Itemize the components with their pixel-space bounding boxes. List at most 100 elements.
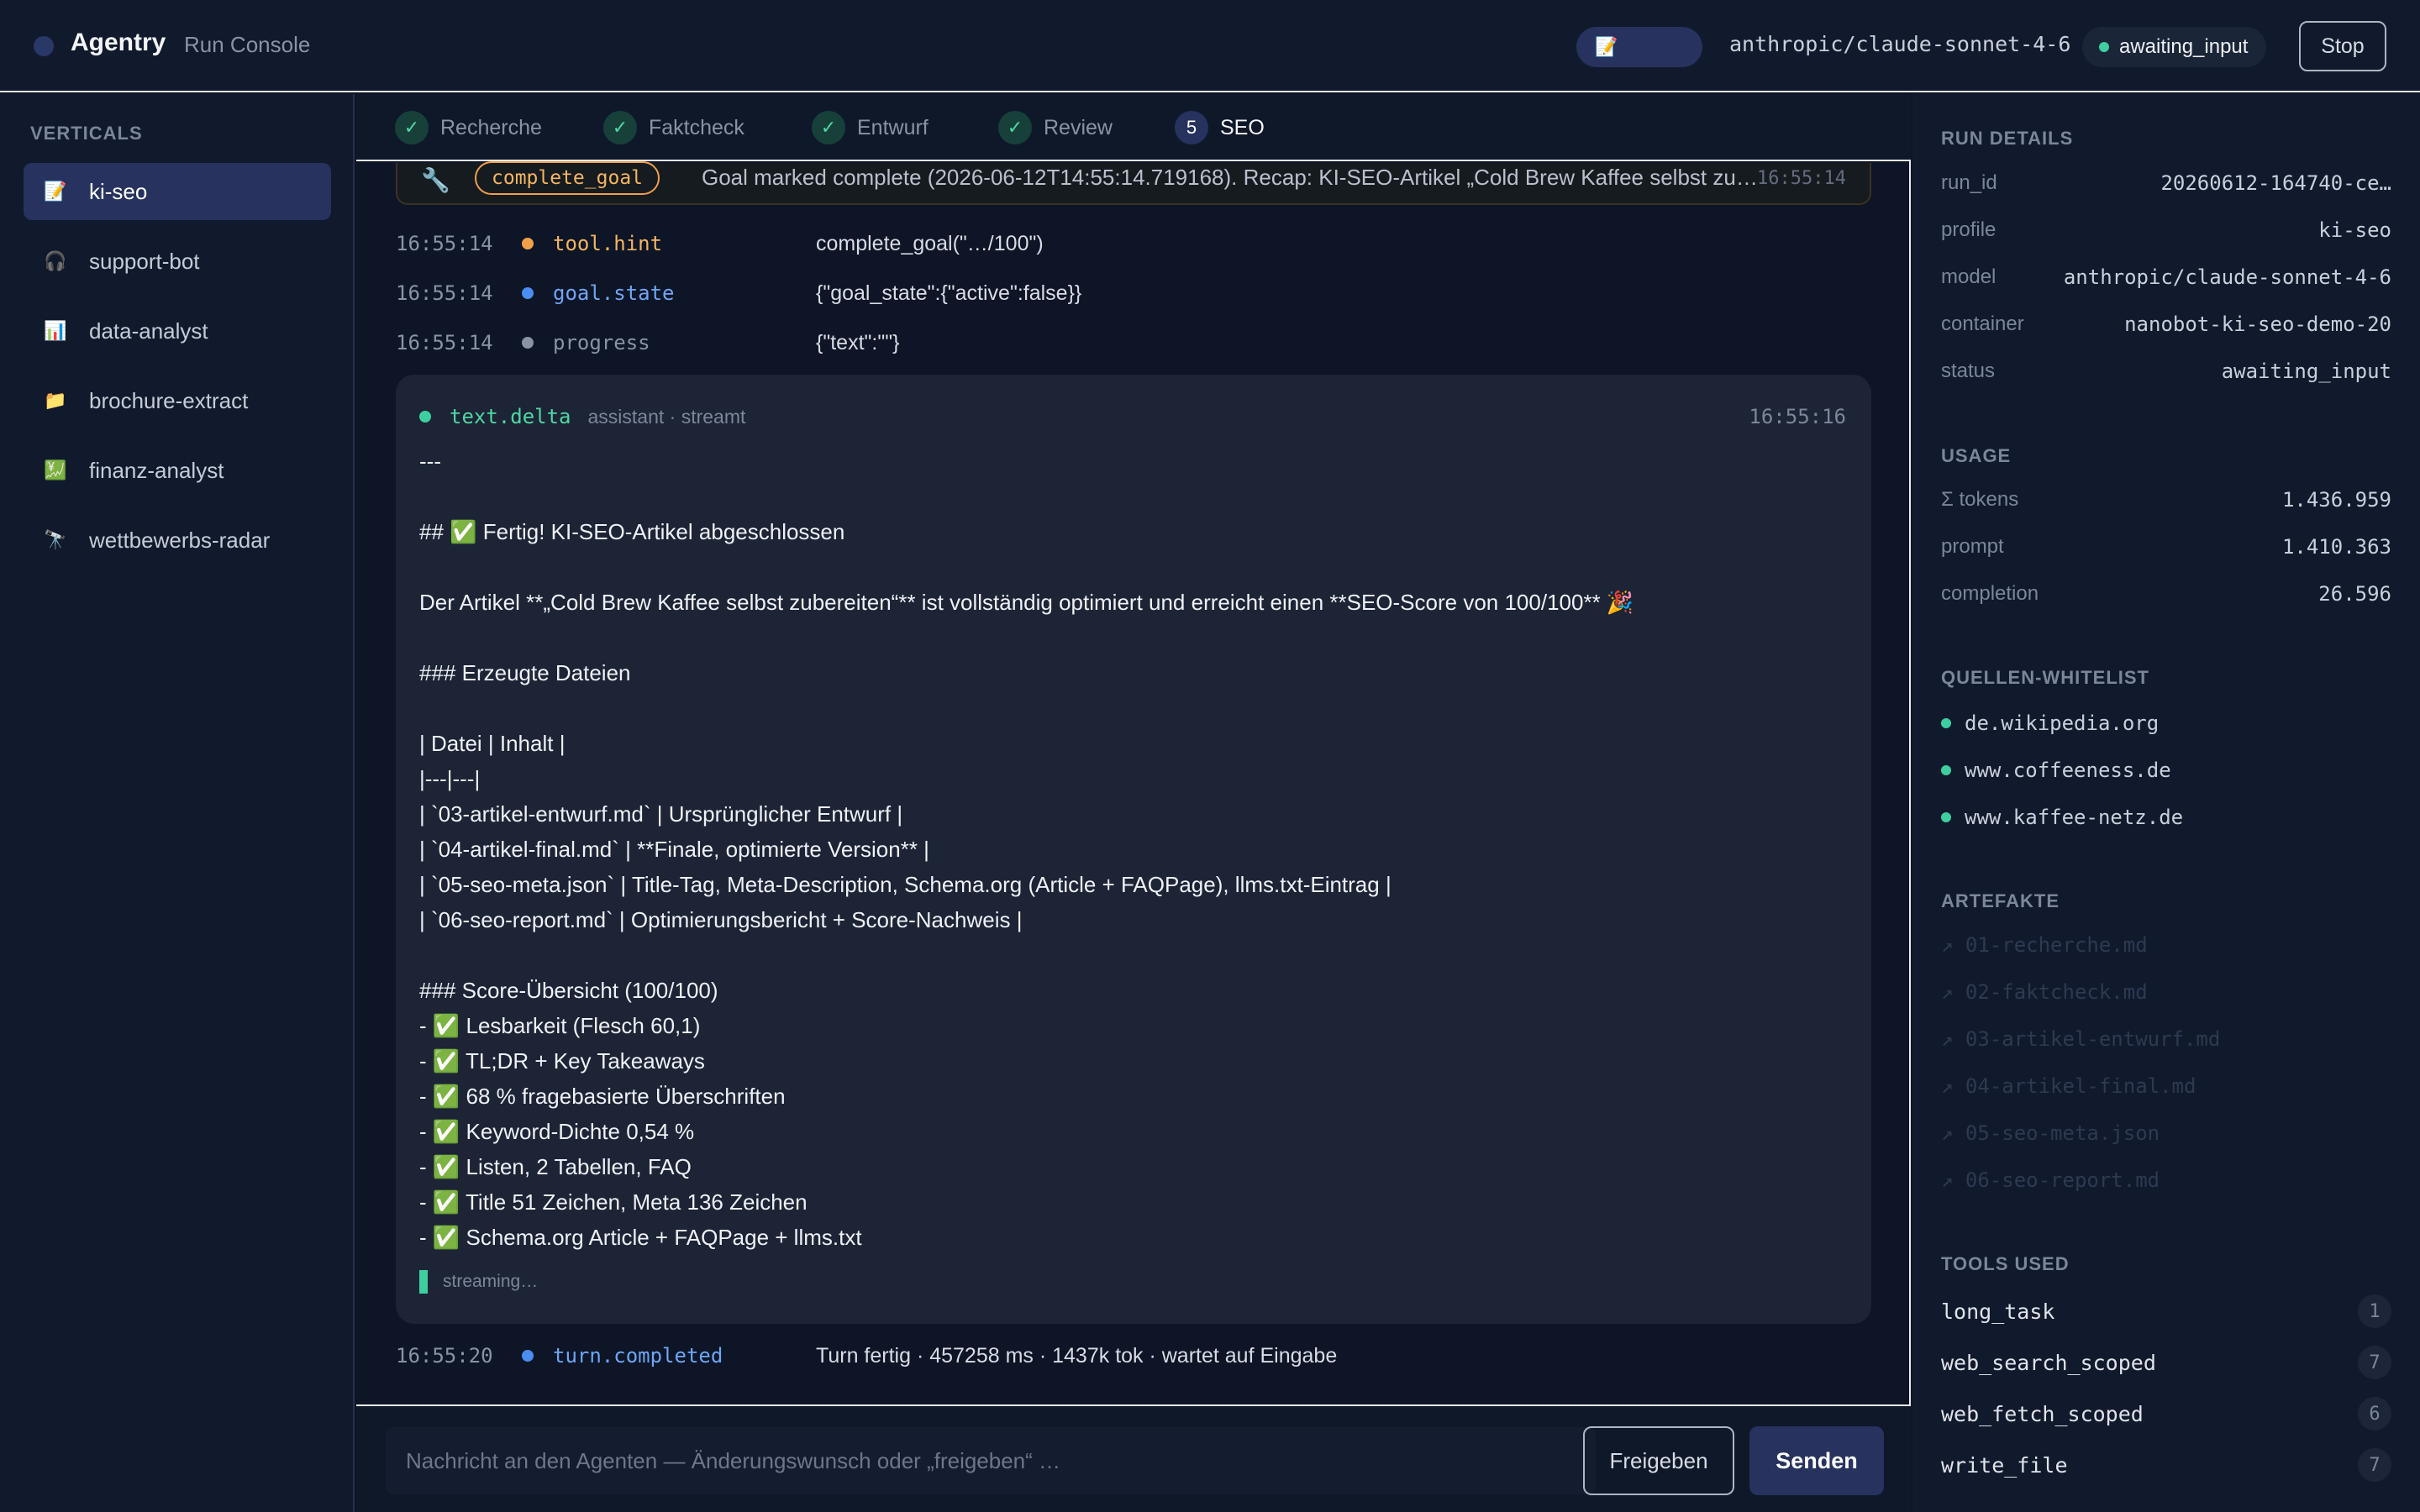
verticals-sidebar: VERTICALS 📝 ki-seo 🎧 support-bot 📊 data-… xyxy=(0,94,355,1512)
sidebar-item-brochure-extract[interactable]: 📁 brochure-extract xyxy=(24,372,331,429)
detail-value: ki-seo xyxy=(2318,218,2391,242)
status-badge: awaiting_input xyxy=(2082,27,2267,67)
stream-line: | `05-seo-meta.json` | Title-Tag, Meta-D… xyxy=(419,872,1392,897)
tool-name: write_file xyxy=(1941,1452,2068,1478)
sidebar-item-wettbewerbs-radar[interactable]: 🔭 wettbewerbs-radar xyxy=(24,512,331,569)
artifact-link[interactable]: ↗ 02-faktcheck.md xyxy=(1941,975,2148,1009)
tool-count-badge: 6 xyxy=(2358,1397,2391,1431)
event-time: 16:55:14 xyxy=(396,232,493,255)
stream-line: - ✅ TL;DR + Key Takeaways xyxy=(419,1048,705,1074)
stop-button[interactable]: Stop xyxy=(2299,21,2386,71)
run-details-panel: RUN DETAILS run_id 20260612-164740-ce… p… xyxy=(1912,94,2420,1512)
event-time: 16:55:20 xyxy=(396,1344,493,1368)
status-dot-icon xyxy=(2099,42,2109,52)
whitelist-item: www.kaffee-netz.de xyxy=(1941,801,2183,834)
event-time: 16:55:14 xyxy=(396,331,493,354)
message-input[interactable] xyxy=(386,1427,1596,1494)
detail-value: 20260612-164740-ce… xyxy=(2160,171,2391,195)
step-review[interactable]: ✓ Review xyxy=(998,111,1113,144)
senden-button[interactable]: Senden xyxy=(1749,1426,1884,1495)
usage-key: Σ tokens xyxy=(1941,488,2019,511)
artifact-link[interactable]: ↗ 05-seo-meta.json xyxy=(1941,1116,2160,1150)
phase-stepper: ✓ Recherche ✓ Faktcheck ✓ Entwurf ✓ Revi… xyxy=(356,94,1911,161)
bullet-dot-icon xyxy=(1941,765,1951,775)
run-details-heading: RUN DETAILS xyxy=(1941,128,2074,149)
stream-line: |---|---| xyxy=(419,766,481,791)
event-dot-icon xyxy=(522,287,534,299)
sidebar-item-ki-seo[interactable]: 📝 ki-seo xyxy=(24,163,331,220)
tool-name: web_fetch_scoped xyxy=(1941,1401,2144,1426)
sidebar-item-label: data-analyst xyxy=(89,318,208,344)
usage-heading: USAGE xyxy=(1941,445,2012,466)
step-label: Faktcheck xyxy=(649,115,744,139)
stream-line: - ✅ Title 51 Zeichen, Meta 136 Zeichen xyxy=(419,1189,808,1215)
profile-selector[interactable]: 📝 xyxy=(1576,27,1702,67)
run-console-main: ✓ Recherche ✓ Faktcheck ✓ Entwurf ✓ Revi… xyxy=(356,94,1911,1512)
tool-message: Goal marked complete (2026-06-12T14:55:1… xyxy=(702,165,1760,190)
wrench-icon: 🔧 xyxy=(421,167,450,193)
tool-count-badge: 7 xyxy=(2358,1346,2391,1379)
usage-value: 1.410.363 xyxy=(2281,535,2391,559)
sidebar-item-support-bot[interactable]: 🎧 support-bot xyxy=(24,233,331,290)
event-value: {"text":""} xyxy=(816,330,900,354)
sidebar-item-label: brochure-extract xyxy=(89,387,249,413)
whitelist-item: www.coffeeness.de xyxy=(1941,753,2171,787)
event-kind: turn.completed xyxy=(553,1344,723,1368)
stream-line: - ✅ Listen, 2 Tabellen, FAQ xyxy=(419,1154,692,1179)
event-kind: goal.state xyxy=(553,281,675,305)
sidebar-item-finanz-analyst[interactable]: 💹 finanz-analyst xyxy=(24,442,331,499)
step-label: SEO xyxy=(1220,115,1265,139)
event-value: Turn fertig · 457258 ms · 1437k tok · wa… xyxy=(816,1343,1338,1368)
app-subtitle: Run Console xyxy=(184,32,311,57)
detail-key: profile xyxy=(1941,218,1996,241)
detail-value: awaiting_input xyxy=(2221,360,2391,383)
event-row: 16:55:14 goal.state {"goal_state":{"acti… xyxy=(396,275,1875,312)
stream-line: ### Erzeugte Dateien xyxy=(419,660,631,685)
detail-key: status xyxy=(1941,360,1996,382)
chart-trend-icon: 💹 xyxy=(44,459,67,480)
tool-count-badge: 1 xyxy=(2358,1294,2391,1328)
step-faktcheck[interactable]: ✓ Faktcheck xyxy=(603,111,744,144)
tool-usage-row: web_search_scoped 7 xyxy=(1941,1344,2391,1381)
artifact-link[interactable]: ↗ 04-artikel-final.md xyxy=(1941,1069,2196,1103)
tools-used-heading: TOOLS USED xyxy=(1941,1253,2070,1274)
usage-key: prompt xyxy=(1941,535,2004,558)
memo-icon: 📝 xyxy=(1595,36,1618,57)
tool-name: long_task xyxy=(1941,1299,2055,1324)
step-label: Recherche xyxy=(440,115,542,139)
message-composer: Freigeben Senden xyxy=(356,1404,1911,1512)
stream-kind: text.delta xyxy=(450,405,571,428)
brand-logo-icon xyxy=(34,36,54,56)
sidebar-heading: VERTICALS xyxy=(30,123,143,144)
tool-name-tag: complete_goal xyxy=(475,161,660,195)
event-dot-icon xyxy=(522,238,534,249)
bar-chart-icon: 📊 xyxy=(44,320,67,341)
tool-call-card: 🔧 complete_goal Goal marked complete (20… xyxy=(396,161,1871,205)
freigeben-button[interactable]: Freigeben xyxy=(1583,1426,1734,1495)
stream-line: | `04-artikel-final.md` | **Finale, opti… xyxy=(419,837,929,862)
stream-text: --- ## ✅ Fertig! KI-SEO-Artikel abgeschlo… xyxy=(419,444,1848,1255)
stream-status: streaming… xyxy=(419,1270,538,1294)
artifact-link[interactable]: ↗ 06-seo-report.md xyxy=(1941,1163,2160,1197)
tool-usage-row: long_task 1 xyxy=(1941,1293,2391,1330)
step-entwurf[interactable]: ✓ Entwurf xyxy=(812,111,929,144)
turn-completed-row: 16:55:20 turn.completed Turn fertig · 45… xyxy=(396,1337,1875,1374)
memo-icon: 📝 xyxy=(44,181,67,202)
artifact-link[interactable]: ↗ 03-artikel-entwurf.md xyxy=(1941,1022,2220,1056)
artifact-link[interactable]: ↗ 01-recherche.md xyxy=(1941,928,2148,962)
usage-value: 26.596 xyxy=(2318,582,2391,606)
stream-header: text.delta assistant · streamt xyxy=(419,400,745,433)
step-seo[interactable]: 5 SEO xyxy=(1175,111,1265,144)
event-row: 16:55:14 progress {"text":""} xyxy=(396,324,1875,361)
tool-name: web_search_scoped xyxy=(1941,1350,2156,1375)
tool-time: 16:55:14 xyxy=(1757,168,1846,189)
usage-row-prompt: prompt 1.410.363 xyxy=(1941,530,2391,564)
step-recherche[interactable]: ✓ Recherche xyxy=(395,111,542,144)
detail-value: nanobot-ki-seo-demo-20 xyxy=(2124,312,2391,336)
sidebar-item-label: ki-seo xyxy=(89,178,148,204)
sidebar-item-data-analyst[interactable]: 📊 data-analyst xyxy=(24,302,331,360)
event-row: 16:55:14 tool.hint complete_goal("…/100"… xyxy=(396,225,1875,262)
detail-value: anthropic/claude-sonnet-4-6 xyxy=(2063,265,2391,289)
event-value: complete_goal("…/100") xyxy=(816,231,1044,255)
headphones-icon: 🎧 xyxy=(44,250,67,271)
